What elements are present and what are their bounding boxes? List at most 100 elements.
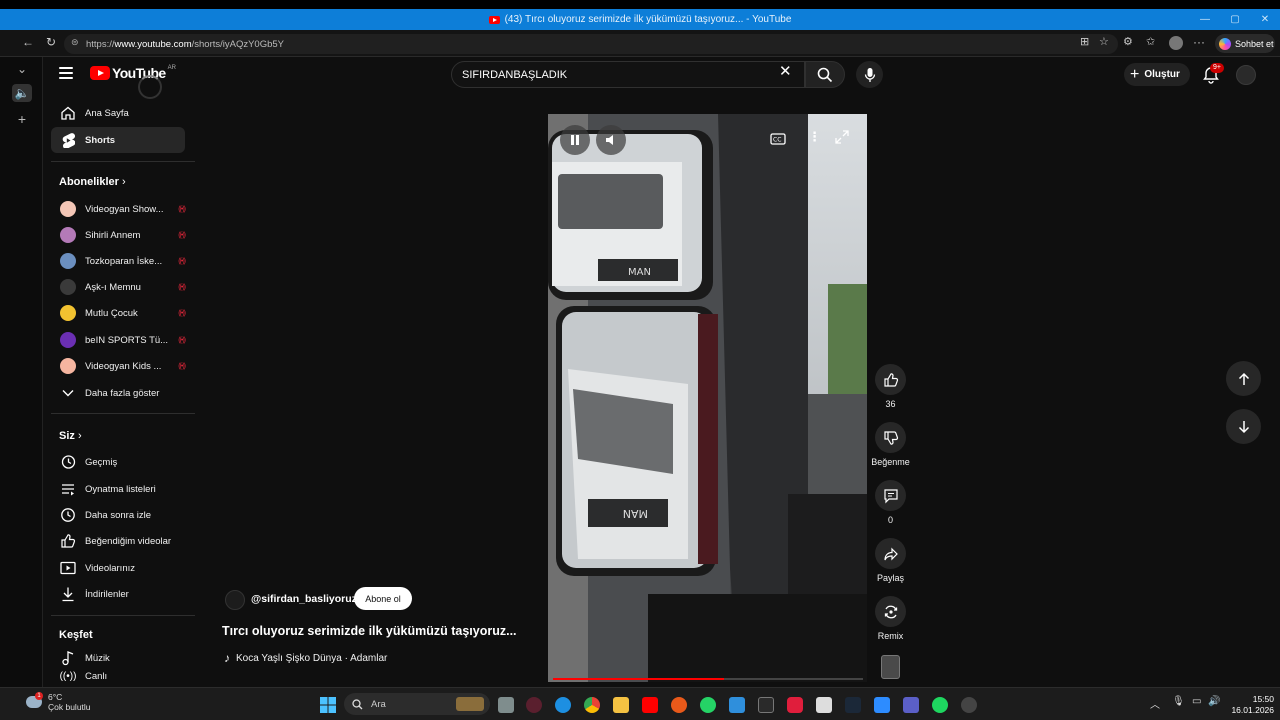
speaker-tray-icon[interactable]: 🔊 xyxy=(1208,696,1220,707)
back-arrow-icon[interactable]: ← xyxy=(22,35,34,49)
epic-games-icon[interactable] xyxy=(758,697,774,713)
app-icon[interactable] xyxy=(526,697,542,713)
steam-icon[interactable] xyxy=(845,697,861,713)
pause-button[interactable] xyxy=(560,125,590,155)
sidebar-item-subscription[interactable]: Tozkoparan İske... ((•)) xyxy=(51,248,186,274)
clock-date: 16.01.2026 xyxy=(1231,705,1274,715)
audio-thumbnail[interactable] xyxy=(881,655,900,679)
channel-name[interactable]: @sifirdan_basliyoruz xyxy=(251,593,357,605)
create-button[interactable]: + Oluştur xyxy=(1124,63,1190,86)
task-view-icon[interactable] xyxy=(498,697,514,713)
app-icon[interactable] xyxy=(816,697,832,713)
channel-avatar[interactable] xyxy=(225,590,245,610)
subscribe-button[interactable]: Abone ol xyxy=(354,587,412,610)
volume-icon xyxy=(606,135,613,145)
share-label: Paylaş xyxy=(876,573,904,583)
sidebar-item-subscription[interactable]: beIN SPORTS Tü... ((•)) xyxy=(51,327,186,353)
new-tab-plus-icon[interactable]: + xyxy=(12,111,32,127)
app-icon[interactable] xyxy=(787,697,803,713)
close-icon[interactable]: ✕ xyxy=(1250,9,1280,30)
sidebar-item-subscription[interactable]: Videogyan Show... ((•)) xyxy=(51,196,186,222)
hamburger-menu-icon[interactable] xyxy=(59,67,73,79)
weather-widget[interactable]: 1 6°C Çok bulutlu xyxy=(26,692,91,712)
short-title[interactable]: Tırcı oluyoruz serimizde ilk yükümüzü ta… xyxy=(222,624,517,638)
teams-icon[interactable] xyxy=(903,697,919,713)
captions-icon[interactable]: CC xyxy=(770,132,786,150)
spotify-icon[interactable] xyxy=(932,697,948,713)
share-button[interactable] xyxy=(875,538,906,569)
app-available-icon[interactable]: ⊞ xyxy=(1080,35,1089,48)
sidebar-item-home[interactable]: Ana Sayfa xyxy=(51,100,185,126)
you-header[interactable]: Siz › xyxy=(59,430,82,442)
microphone-tray-icon[interactable]: 🎙 xyxy=(1172,696,1185,707)
short-video-player[interactable]: MAN MAN CC ⋮ xyxy=(548,114,867,682)
live-icon: ((•)) xyxy=(59,671,77,682)
previous-short-button[interactable] xyxy=(1226,361,1261,396)
whatsapp-icon[interactable] xyxy=(700,697,716,713)
chrome-icon[interactable] xyxy=(584,697,600,713)
sidebar-item-music[interactable]: Müzik xyxy=(51,645,185,671)
music-icon xyxy=(51,650,85,666)
music-attribution[interactable]: ♪ Koca Yaşlı Şişko Dünya · Adamlar xyxy=(224,651,387,665)
like-button[interactable] xyxy=(875,364,906,395)
sidebar-item-subscription[interactable]: Aşk-ı Memnu ((•)) xyxy=(51,274,186,300)
taskbar-clock[interactable]: 15:50 16.01.2026 xyxy=(1226,694,1274,716)
edge-browser-icon[interactable] xyxy=(555,697,571,713)
sidebar-item-history[interactable]: Geçmiş xyxy=(51,449,185,475)
app-icon[interactable] xyxy=(671,697,687,713)
file-explorer-icon[interactable] xyxy=(613,697,629,713)
sidebar-item-downloads[interactable]: İndirilenler xyxy=(51,581,185,607)
sidebar-item-watch-later[interactable]: Daha sonra izle xyxy=(51,502,185,528)
address-bar[interactable]: ⊜ https://www.youtube.com/shorts/iyAQzY0… xyxy=(64,34,1118,54)
youtube-logo[interactable]: YouTube AR xyxy=(90,65,176,81)
minimize-icon[interactable]: — xyxy=(1190,9,1220,30)
account-avatar[interactable] xyxy=(1236,65,1256,85)
volume-button[interactable] xyxy=(596,125,626,155)
show-more-button[interactable]: Daha fazla göster xyxy=(51,380,185,406)
search-button[interactable] xyxy=(805,61,845,88)
sidebar-item-liked-videos[interactable]: Beğendiğim videolar xyxy=(51,528,185,554)
sidebar-item-subscription[interactable]: Sihirli Annem ((•)) xyxy=(51,222,186,248)
youtube-app-icon[interactable] xyxy=(642,697,658,713)
app-icon[interactable] xyxy=(729,697,745,713)
app-icon[interactable] xyxy=(961,697,977,713)
favorites-icon[interactable]: ✩ xyxy=(1146,35,1155,48)
like-icon xyxy=(51,533,85,549)
voice-search-button[interactable] xyxy=(856,61,883,88)
live-indicator-icon: ((•)) xyxy=(178,257,186,265)
more-menu-icon[interactable]: ··· xyxy=(1193,35,1205,49)
copilot-button[interactable]: Sohbet et xyxy=(1215,34,1275,53)
fullscreen-icon[interactable] xyxy=(834,129,850,150)
dislike-button[interactable] xyxy=(875,422,906,453)
sidebar-item-playlists[interactable]: Oynatma listeleri xyxy=(51,476,185,502)
remix-button[interactable] xyxy=(875,596,906,627)
sidebar-item-your-videos[interactable]: Videolarınız xyxy=(51,555,185,581)
sidebar-item-shorts[interactable]: Shorts xyxy=(51,127,185,153)
search-input[interactable]: SIFIRDANBAŞLADIK xyxy=(451,61,805,88)
more-options-icon[interactable]: ⋮ xyxy=(808,130,821,143)
search-value: SIFIRDANBAŞLADIK xyxy=(462,68,568,81)
taskbar-search-input[interactable]: Ara xyxy=(344,693,490,715)
extensions-icon[interactable]: ⚙ xyxy=(1123,35,1133,48)
restore-icon[interactable]: ▢ xyxy=(1220,9,1250,30)
sidebar-item-subscription[interactable]: Mutlu Çocuk ((•)) xyxy=(51,300,186,326)
chevron-down-icon[interactable]: ⌄ xyxy=(12,62,32,76)
chevron-up-icon[interactable]: ︿ xyxy=(1150,696,1160,711)
zoom-icon[interactable] xyxy=(874,697,890,713)
sidebar-item-label: Videolarınız xyxy=(85,562,135,574)
next-short-button[interactable] xyxy=(1226,409,1261,444)
comments-button[interactable] xyxy=(875,480,906,511)
reload-icon[interactable]: ↻ xyxy=(46,35,56,49)
clear-search-icon[interactable]: ✕ xyxy=(779,62,792,80)
sidebar-item-live[interactable]: ((•)) Canlı xyxy=(51,671,185,687)
site-info-icon[interactable]: ⊜ xyxy=(71,37,79,48)
display-tray-icon[interactable]: ▭ xyxy=(1192,696,1201,707)
windows-start-icon[interactable] xyxy=(320,697,336,718)
sidebar-item-subscription[interactable]: Videogyan Kids ... ((•)) xyxy=(51,353,186,379)
thumbs-down-icon xyxy=(883,430,898,445)
speaker-tab-icon[interactable]: 🔈 xyxy=(12,84,32,102)
profile-avatar[interactable] xyxy=(1169,36,1183,50)
subscriptions-header[interactable]: Abonelikler › xyxy=(59,176,126,188)
favorite-star-icon[interactable]: ☆ xyxy=(1099,35,1109,48)
sidebar-item-label: Tozkoparan İske... xyxy=(85,255,163,267)
